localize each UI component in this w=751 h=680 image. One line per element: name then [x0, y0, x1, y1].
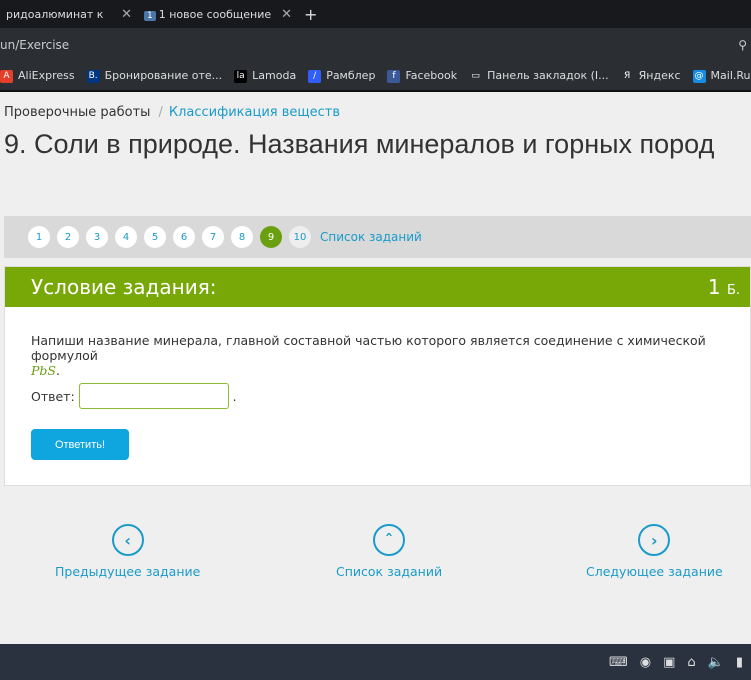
breadcrumb-current[interactable]: Классификация веществ	[169, 105, 340, 120]
task-pager: 1 2 3 4 5 6 7 8 9 10 Список заданий	[4, 216, 751, 258]
bookmark-0[interactable]: А AliExpress	[0, 69, 75, 83]
page-title: 9. Соли в природе. Названия минералов и …	[4, 129, 715, 159]
prev-task-link[interactable]: ‹ Предыдущее задание	[55, 524, 200, 579]
task-list-link[interactable]: Список заданий	[320, 230, 422, 244]
chevron-up-icon: ˆ	[373, 524, 406, 556]
usb-icon[interactable]: ▣	[663, 655, 675, 670]
close-icon[interactable]: ✕	[121, 7, 132, 22]
bookmark-icon: la	[234, 69, 248, 83]
tab-1[interactable]: ридоалюминат к ✕	[0, 0, 138, 28]
page-3[interactable]: 3	[86, 226, 108, 248]
page-2[interactable]: 2	[57, 226, 79, 248]
page-8[interactable]: 8	[231, 226, 253, 248]
page-1[interactable]: 1	[28, 226, 50, 248]
bookmark-label: Facebook	[405, 69, 458, 83]
search-icon[interactable]: ⚲	[738, 38, 747, 52]
page-9[interactable]: 9	[260, 226, 282, 248]
bookmark-4[interactable]: f Facebook	[387, 69, 457, 83]
url-text: un/Exercise	[0, 38, 70, 52]
close-icon[interactable]: ✕	[281, 7, 292, 22]
page-7[interactable]: 7	[202, 226, 224, 248]
submit-button[interactable]: Ответить!	[31, 429, 129, 460]
address-bar[interactable]: un/Exercise ⚲	[0, 28, 751, 62]
page-4[interactable]: 4	[115, 226, 137, 248]
task-list-link[interactable]: ˆ Список заданий	[336, 524, 442, 579]
task-points: 1 Б.	[707, 275, 740, 299]
bookmark-icon: Я	[623, 70, 631, 81]
question-text: Напиши название минерала, главной состав…	[31, 333, 706, 378]
steam-icon[interactable]: ◉	[640, 655, 651, 670]
taskbar: ⌨ ◉ ▣ ⌂ 🔈 ▮	[0, 644, 751, 680]
page-6[interactable]: 6	[173, 226, 195, 248]
bookmark-label: Панель закладок (I...	[487, 69, 609, 83]
bookmark-1[interactable]: B. Бронирование оте...	[86, 69, 223, 83]
breadcrumb: Проверочные работы / Классификация веществ	[4, 105, 340, 120]
bookmark-icon: B.	[86, 69, 100, 83]
page-5[interactable]: 5	[144, 226, 166, 248]
signal-icon[interactable]: ▮	[736, 655, 743, 670]
bookmarks-bar: А AliExpress B. Бронирование оте... la Lamoda…	[0, 62, 751, 92]
bookmark-6[interactable]: Я Яндекс	[621, 69, 681, 83]
next-task-link[interactable]: › Следующее задание	[586, 524, 723, 579]
chevron-left-icon: ‹	[111, 524, 144, 556]
bookmark-3[interactable]: / Рамблер	[308, 69, 375, 83]
task-card: Условие задания: 1 Б. Напиши название мин…	[4, 266, 751, 486]
chevron-right-icon: ›	[638, 524, 671, 556]
tab-title: ридоалюминат к	[6, 7, 104, 21]
bookmark-icon: @	[692, 69, 706, 83]
breadcrumb-root[interactable]: Проверочные работы	[4, 105, 150, 120]
bookmark-label: Mail.Ru	[710, 69, 751, 83]
answer-input[interactable]	[78, 383, 229, 409]
answer-label: Ответ:	[31, 388, 75, 404]
bookmark-label: Яндекс	[638, 69, 681, 83]
bookmark-icon: А	[0, 69, 13, 83]
tab-bar: ридоалюминат к ✕ 11 новое сообщение ✕ +	[0, 0, 751, 28]
tab-2[interactable]: 11 новое сообщение ✕	[138, 0, 298, 28]
page-10[interactable]: 10	[289, 226, 311, 248]
bookmark-5[interactable]: ▭ Панель закладок (I...	[469, 69, 609, 83]
new-tab-button[interactable]: +	[304, 5, 317, 24]
bookmark-label: AliExpress	[18, 69, 75, 83]
bookmark-2[interactable]: la Lamoda	[234, 69, 296, 83]
bookmark-icon: /	[308, 69, 322, 83]
bookmark-label: Рамблер	[326, 69, 376, 83]
keyboard-icon[interactable]: ⌨	[609, 655, 628, 670]
bookmark-label: Lamoda	[252, 69, 297, 83]
breadcrumb-separator: /	[158, 105, 163, 120]
task-header: Условие задания: 1 Б.	[5, 267, 750, 307]
task-header-title: Условие задания:	[31, 275, 217, 299]
bookmark-icon: f	[387, 69, 401, 83]
network-lock-icon[interactable]: ⌂	[687, 655, 695, 670]
bookmark-icon: ▭	[471, 70, 480, 81]
tab-title: 1 новое сообщение	[158, 7, 272, 21]
volume-icon[interactable]: 🔈	[708, 655, 724, 670]
bookmark-label: Бронирование оте...	[104, 69, 223, 83]
vk-badge: 1	[144, 10, 156, 21]
bookmark-7[interactable]: @ Mail.Ru	[692, 69, 751, 83]
formula: PbS	[31, 363, 56, 378]
